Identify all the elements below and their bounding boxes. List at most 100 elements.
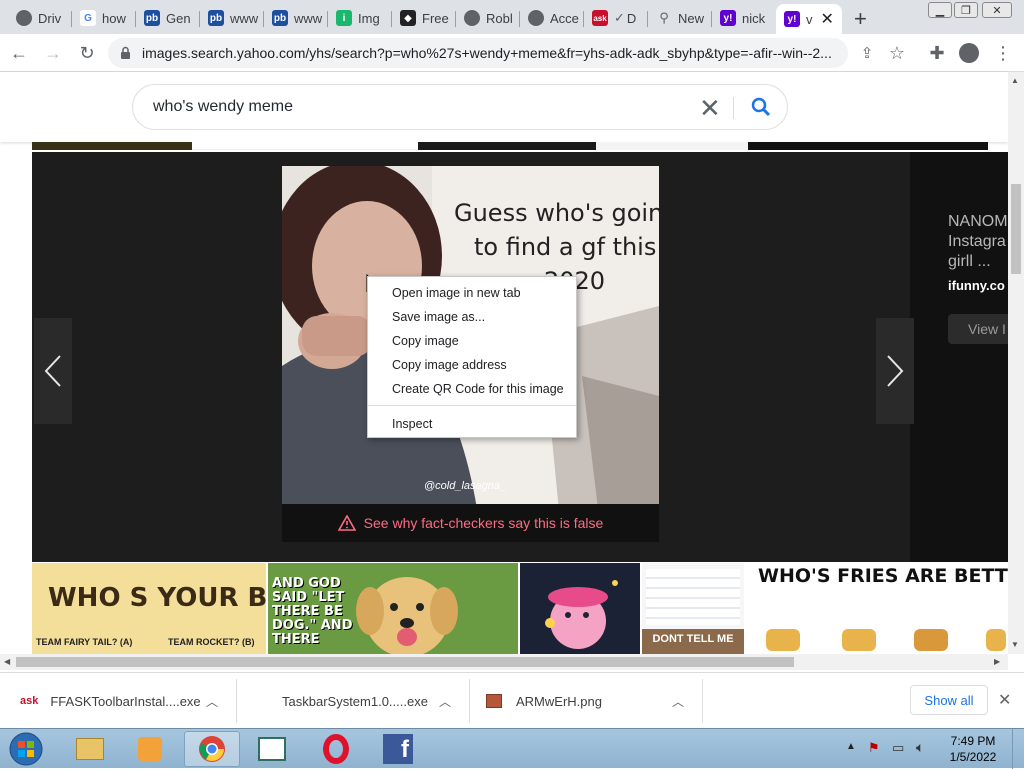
tab[interactable]: Acce <box>520 4 584 32</box>
tab[interactable]: G how <box>72 4 136 32</box>
thumbnail[interactable] <box>596 142 748 150</box>
tab[interactable]: y! nick <box>712 4 776 32</box>
thumbnail[interactable]: DONT TELL ME <box>642 563 744 655</box>
menu-kebab-icon[interactable]: ⋮ <box>990 40 1016 66</box>
search-icon[interactable] <box>751 97 771 117</box>
tab-label: Img <box>358 10 380 26</box>
tab[interactable]: Robl <box>456 4 520 32</box>
address-bar[interactable]: images.search.yahoo.com/yhs/search?p=who… <box>108 38 848 68</box>
chevron-up-icon[interactable]: ︿ <box>672 693 684 710</box>
browser-toolbar: ← → ↻ images.search.yahoo.com/yhs/search… <box>0 34 1024 72</box>
opera-icon[interactable] <box>308 731 364 767</box>
close-tab-icon[interactable]: ✕ <box>821 9 834 29</box>
thumbnail-text: SAID "LET <box>272 590 345 605</box>
new-tab-button[interactable]: + <box>854 6 867 32</box>
tab[interactable]: ask ✓ D <box>584 4 648 32</box>
tab[interactable]: pb www <box>200 4 264 32</box>
scroll-right-icon[interactable]: ▶ <box>994 657 1000 666</box>
tab[interactable]: Driv <box>8 4 72 32</box>
chevron-up-icon[interactable]: ︿ <box>439 693 451 710</box>
thumbnail-text: WHO'S FRIES ARE BETT <box>758 565 1008 587</box>
chrome-taskbar-icon[interactable] <box>184 731 240 767</box>
thumbnail[interactable]: AND GOD SAID "LET THERE BE DOG." AND THE… <box>268 563 518 655</box>
fact-check-banner[interactable]: See why fact-checkers say this is false <box>282 504 659 542</box>
vertical-scrollbar[interactable]: ▲ ▼ <box>1008 72 1024 654</box>
close-window-button[interactable]: ✕ <box>982 2 1012 18</box>
result-title[interactable]: NANOM <box>948 212 1008 232</box>
meme-caption: Guess who's going <box>454 199 659 227</box>
download-filename: ARMwErH.png <box>516 693 602 709</box>
prev-image-button[interactable] <box>34 318 72 424</box>
media-player-icon[interactable] <box>122 731 178 767</box>
tab[interactable]: ⚲ New <box>648 4 712 32</box>
extensions-icon[interactable]: ✚ <box>924 40 950 66</box>
tab[interactable]: ◆ Free <box>392 4 456 32</box>
menu-item-inspect[interactable]: Inspect <box>392 417 432 431</box>
tab[interactable]: pb www <box>264 4 328 32</box>
thumbnail[interactable] <box>520 563 640 655</box>
scroll-up-icon[interactable]: ▲ <box>1011 76 1019 85</box>
menu-item-open-new-tab[interactable]: Open image in new tab <box>392 286 521 300</box>
search-box[interactable]: who's wendy meme ✕ <box>132 84 788 130</box>
scroll-left-icon[interactable]: ◀ <box>4 657 10 666</box>
share-icon[interactable]: ⇪ <box>854 40 880 66</box>
ask-icon: ask <box>592 10 608 26</box>
search-input[interactable]: who's wendy meme <box>153 98 293 116</box>
chevron-up-icon[interactable]: ︿ <box>206 693 218 710</box>
scrollbar-thumb[interactable] <box>16 657 794 667</box>
tab[interactable]: pb Gen <box>136 4 200 32</box>
result-title[interactable]: girll ... <box>948 252 1008 272</box>
forward-button[interactable]: → <box>40 40 66 66</box>
close-downloads-icon[interactable]: ✕ <box>998 690 1011 710</box>
restore-button[interactable]: ❐ <box>954 2 978 18</box>
menu-item-copy-address[interactable]: Copy image address <box>392 358 507 372</box>
result-title[interactable]: Instagra <box>948 232 1008 252</box>
image-info-panel: NANOM Instagra girll ... ifunny.co View … <box>910 152 1018 562</box>
menu-item-copy-image[interactable]: Copy image <box>392 334 459 348</box>
menu-item-save-image[interactable]: Save image as... <box>392 310 485 324</box>
tab-label: how <box>102 10 126 26</box>
tray-expand-icon[interactable]: ▲ <box>846 741 856 752</box>
show-desktop-button[interactable] <box>1012 729 1024 769</box>
download-item[interactable]: TaskbarSystem1.0.....exe ︿ <box>282 673 462 729</box>
tab-label: nick <box>742 10 766 26</box>
download-item[interactable]: ARMwErH.png ︿ <box>486 673 696 729</box>
result-source[interactable]: ifunny.co <box>948 278 1005 293</box>
scrollbar-thumb[interactable] <box>1011 184 1021 274</box>
network-icon[interactable]: ▭ <box>892 740 904 756</box>
reload-button[interactable]: ↻ <box>74 40 100 66</box>
minimize-button[interactable]: ▁ <box>928 2 952 18</box>
download-filename: TaskbarSystem1.0.....exe <box>282 693 428 709</box>
tab[interactable]: i Img <box>328 4 392 32</box>
tab-active[interactable]: y! v ✕ <box>776 4 842 34</box>
thumbnail[interactable] <box>418 142 596 150</box>
thumbnail[interactable] <box>192 142 418 150</box>
scroll-down-icon[interactable]: ▼ <box>1011 640 1019 649</box>
warning-icon <box>337 515 356 531</box>
chevron-left-icon <box>44 355 61 387</box>
system-clock[interactable]: 7:49 PM 1/5/2022 <box>942 733 1004 765</box>
volume-icon[interactable]: 🔈︎ <box>916 739 924 756</box>
thumbnail[interactable]: WHO S YOUR BET? TEAM FAIRY TAIL? (A) TEA… <box>32 563 266 655</box>
thumbnail-text: THERE BE <box>272 604 343 619</box>
bookmark-star-icon[interactable]: ☆ <box>884 40 910 66</box>
yahoo-icon: y! <box>784 11 800 27</box>
clear-search-icon[interactable]: ✕ <box>699 93 721 124</box>
tab-strip: Driv G how pb Gen pb www pb www i Img ◆ … <box>0 0 1024 34</box>
thumbnail[interactable] <box>748 142 988 150</box>
facebook-icon[interactable]: f <box>370 731 426 767</box>
file-explorer-icon[interactable] <box>62 731 118 767</box>
start-button[interactable] <box>0 731 52 767</box>
profile-avatar-icon[interactable] <box>956 40 982 66</box>
show-all-downloads-button[interactable]: Show all <box>910 685 988 715</box>
windows-taskbar: f ▲ ⚑ ▭ 🔈︎ 7:49 PM 1/5/2022 <box>0 728 1024 769</box>
menu-item-qr-code[interactable]: Create QR Code for this image <box>392 382 564 396</box>
thumbnail[interactable]: WHO'S FRIES ARE BETT <box>746 563 1008 655</box>
back-button[interactable]: ← <box>6 40 32 66</box>
horizontal-scrollbar[interactable]: ◀ ▶ <box>0 654 1008 670</box>
thumbnail[interactable] <box>32 142 192 150</box>
flag-icon[interactable]: ⚑ <box>868 740 880 756</box>
download-item[interactable]: ask FFASKToolbarInstal....exe ︿ <box>20 673 230 729</box>
app-window-icon[interactable] <box>244 731 300 767</box>
next-image-button[interactable] <box>876 318 914 424</box>
